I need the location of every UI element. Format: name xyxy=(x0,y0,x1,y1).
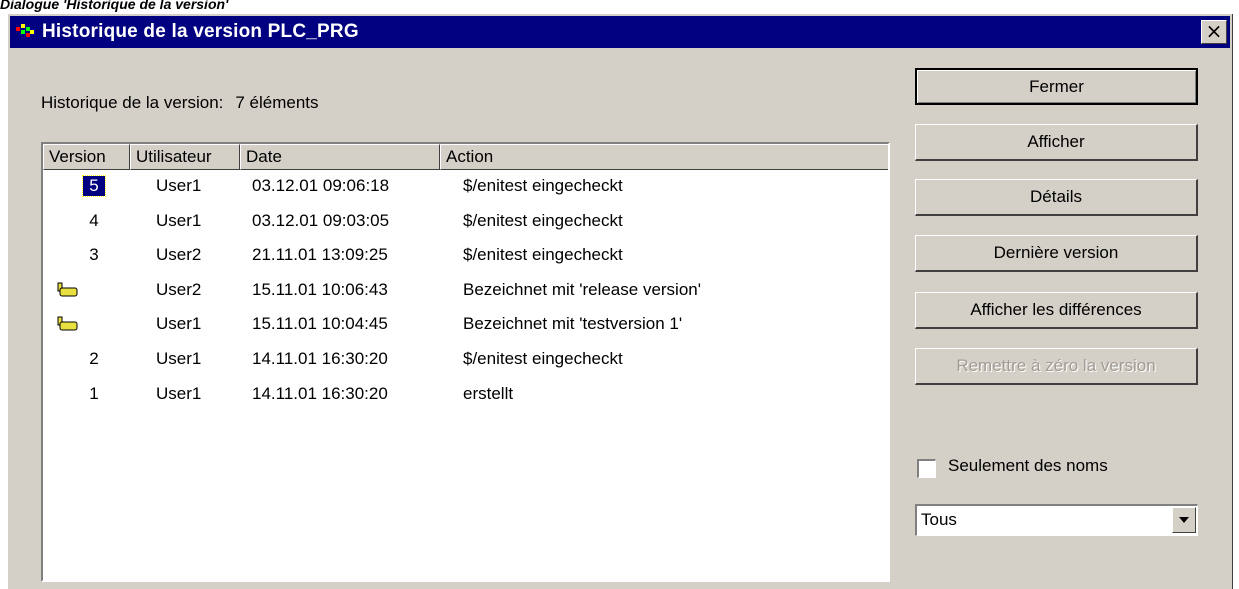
action-cell: Bezeichnet mit 'testversion 1' xyxy=(463,314,683,334)
label-tag-icon xyxy=(57,282,78,297)
table-row[interactable]: 3 User2 21.11.01 13:09:25 $/enitest eingech… xyxy=(43,241,888,275)
close-icon: × xyxy=(1205,19,1223,43)
action-cell: $/enitest eingecheckt xyxy=(463,210,623,230)
version-history-dialog: Historique de la version PLC_PRG × Histo… xyxy=(7,13,1233,589)
action-cell: $/enitest eingecheckt xyxy=(463,349,623,368)
date-cell: 15.11.01 10:04:45 xyxy=(252,314,388,334)
label-tag-icon xyxy=(57,316,78,331)
version-cell: 2 xyxy=(89,349,99,368)
date-cell: 03.12.01 09:03:05 xyxy=(252,210,390,230)
scope-value: Tous xyxy=(921,510,957,529)
dropdown-button[interactable] xyxy=(1172,507,1196,533)
close-window-button[interactable]: × xyxy=(1201,20,1227,44)
user-cell: User1 xyxy=(156,314,202,334)
version-cell: 4 xyxy=(89,210,99,230)
column-header-user[interactable]: Utilisateur xyxy=(130,144,240,170)
date-cell: 03.12.01 09:06:18 xyxy=(252,176,390,195)
table-row[interactable]: 4 User1 03.12.01 09:03:05 $/enitest eingech… xyxy=(43,207,888,241)
date-cell: 14.11.01 16:30:20 xyxy=(252,349,388,368)
date-cell: 15.11.01 10:06:43 xyxy=(252,279,388,299)
show-differences-button[interactable]: Afficher les différences xyxy=(915,292,1198,329)
date-cell: 21.11.01 13:09:25 xyxy=(252,245,388,265)
app-icon xyxy=(16,24,34,37)
action-cell: erstellt xyxy=(463,383,514,403)
user-cell: User1 xyxy=(156,383,202,403)
reset-version-button: Remettre à zéro la version xyxy=(915,348,1198,385)
action-cell: $/enitest eingecheckt xyxy=(463,176,623,195)
table-row[interactable]: 2 User1 14.11.01 16:30:20 $/enitest eingech… xyxy=(43,345,888,379)
show-button[interactable]: Afficher xyxy=(915,124,1198,161)
table-row[interactable]: User1 15.11.01 10:04:45 Bezeichnet mit 'te… xyxy=(43,310,888,344)
title-bar[interactable]: Historique de la version PLC_PRG × xyxy=(10,16,1230,48)
details-button[interactable]: Détails xyxy=(915,179,1198,216)
version-cell: 3 xyxy=(89,245,99,265)
column-header-date[interactable]: Date xyxy=(240,144,440,170)
version-list[interactable]: Version Utilisateur Date Action 5 User1 03… xyxy=(41,142,890,582)
window-title: Historique de la version PLC_PRG xyxy=(42,21,359,42)
table-row[interactable]: 1 User1 14.11.01 16:30:20 erstellt xyxy=(43,380,888,414)
table-row[interactable]: 5 User1 03.12.01 09:06:18 $/enitest eingech… xyxy=(43,172,888,206)
chevron-down-icon xyxy=(1179,517,1189,523)
version-cell: 5 xyxy=(82,175,106,197)
scope-select[interactable]: Tous xyxy=(915,504,1198,536)
user-cell: User2 xyxy=(156,245,202,265)
summary-label: Historique de la version: xyxy=(41,93,224,112)
names-only-label[interactable]: Seulement des noms xyxy=(948,456,1108,476)
figure-caption: Dialogue 'Historique de la version' xyxy=(0,0,229,12)
date-cell: 14.11.01 16:30:20 xyxy=(252,383,388,403)
action-cell: $/enitest eingecheckt xyxy=(463,245,623,265)
action-cell: Bezeichnet mit 'release version' xyxy=(463,279,701,299)
user-cell: User1 xyxy=(156,210,202,230)
latest-version-button[interactable]: Dernière version xyxy=(915,235,1198,272)
user-cell: User1 xyxy=(156,176,202,195)
close-button[interactable]: Fermer xyxy=(915,68,1198,105)
user-cell: User1 xyxy=(156,349,202,368)
version-cell: 1 xyxy=(89,383,99,403)
names-only-checkbox[interactable] xyxy=(917,459,936,478)
item-count: 7 éléments xyxy=(235,93,319,112)
user-cell: User2 xyxy=(156,279,202,299)
column-header-version[interactable]: Version xyxy=(43,144,130,170)
history-summary: Historique de la version: 7 éléments xyxy=(41,93,319,113)
column-header-action[interactable]: Action xyxy=(440,144,888,170)
table-row[interactable]: User2 15.11.01 10:06:43 Bezeichnet mit 're… xyxy=(43,276,888,310)
